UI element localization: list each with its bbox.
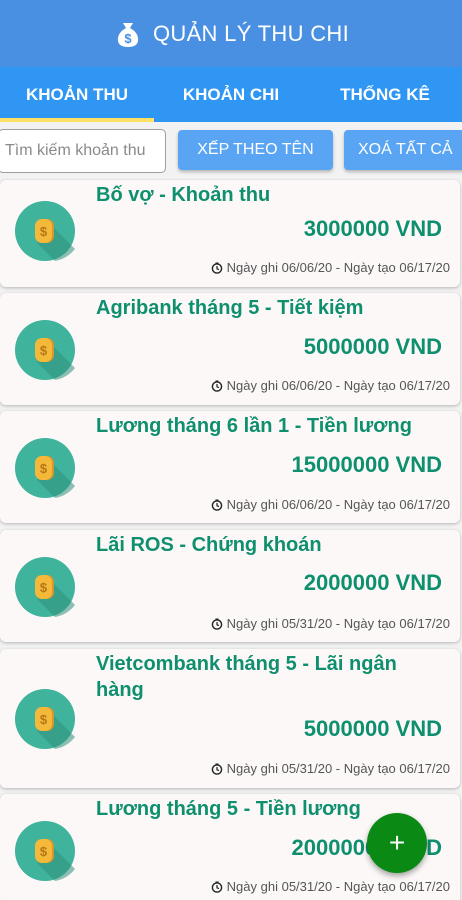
list-item[interactable]: $ Lương tháng 6 lần 1 - Tiền lương 1500000…: [0, 411, 460, 523]
item-dates: Ngày ghi 06/06/20 - Ngày tạo 06/17/20: [211, 260, 450, 275]
item-title: Lãi ROS - Chứng khoán: [96, 534, 322, 556]
plus-icon: +: [388, 827, 406, 858]
clock-icon: [211, 881, 222, 893]
list-item[interactable]: $ Vietcombank tháng 5 - Lãi ngân hàng 5000…: [0, 649, 460, 788]
list-item[interactable]: $ Bố vợ - Khoản thu 3000000 VND Ngày ghi 06…: [0, 180, 460, 287]
item-amount: 15000000 VND: [291, 452, 442, 477]
tab-statistics[interactable]: THỐNG KÊ: [308, 67, 462, 122]
clock-icon: [211, 763, 222, 775]
item-dates-text: Ngày ghi 05/31/20 - Ngày tạo 06/17/20: [226, 879, 450, 894]
list-item[interactable]: $ Agribank tháng 5 - Tiết kiệm 5000000 VND…: [0, 293, 460, 405]
item-dates-text: Ngày ghi 06/06/20 - Ngày tạo 06/17/20: [226, 260, 450, 275]
item-dates-text: Ngày ghi 06/06/20 - Ngày tạo 06/17/20: [226, 497, 450, 512]
item-dates: Ngày ghi 06/06/20 - Ngày tạo 06/17/20: [211, 378, 450, 393]
item-dates: Ngày ghi 05/31/20 - Ngày tạo 06/17/20: [211, 616, 450, 631]
svg-text:$: $: [40, 224, 48, 239]
app-title: QUẢN LÝ THU CHI: [152, 20, 349, 46]
coin-icon: $: [15, 438, 75, 498]
money-bag-icon: $: [117, 22, 139, 47]
toolbar: XẾP THEO TÊN XOÁ TẤT CẢ: [0, 122, 462, 180]
svg-text:$: $: [40, 844, 48, 859]
tab-income[interactable]: KHOẢN THU: [0, 67, 154, 122]
tab-expense[interactable]: KHOẢN CHI: [154, 67, 308, 122]
clock-icon: [211, 618, 222, 630]
add-button[interactable]: +: [367, 813, 427, 873]
coin-icon: $: [15, 201, 75, 261]
delete-all-button[interactable]: XOÁ TẤT CẢ: [344, 130, 462, 170]
sort-by-name-button[interactable]: XẾP THEO TÊN: [178, 130, 333, 170]
coin-icon: $: [15, 557, 75, 617]
item-amount: 2000000 VND: [303, 570, 442, 595]
item-dates: Ngày ghi 05/31/20 - Ngày tạo 06/17/20: [211, 761, 450, 776]
coin-icon: $: [15, 689, 75, 749]
coin-icon: $: [15, 821, 75, 881]
item-title: Vietcombank tháng 5 - Lãi ngân hàng: [96, 653, 397, 701]
item-dates-text: Ngày ghi 06/06/20 - Ngày tạo 06/17/20: [226, 378, 450, 393]
list-item[interactable]: $ Lãi ROS - Chứng khoán 2000000 VND Ngày gh…: [0, 530, 460, 642]
item-dates: Ngày ghi 05/31/20 - Ngày tạo 06/17/20: [211, 879, 450, 894]
item-title: Bố vợ - Khoản thu: [96, 184, 271, 206]
clock-icon: [211, 262, 222, 274]
svg-text:$: $: [40, 580, 48, 595]
item-amount: 5000000 VND: [303, 716, 442, 741]
item-title: Lương tháng 6 lần 1 - Tiền lương: [96, 415, 412, 437]
svg-text:$: $: [40, 712, 48, 727]
search-input[interactable]: [0, 129, 166, 173]
item-dates-text: Ngày ghi 05/31/20 - Ngày tạo 06/17/20: [226, 616, 450, 631]
item-dates-text: Ngày ghi 05/31/20 - Ngày tạo 06/17/20: [226, 761, 450, 776]
coin-icon: $: [15, 320, 75, 380]
item-title: Agribank tháng 5 - Tiết kiệm: [96, 297, 364, 319]
tab-statistics-label: THỐNG KÊ: [340, 84, 430, 104]
item-dates: Ngày ghi 06/06/20 - Ngày tạo 06/17/20: [211, 497, 450, 512]
tab-bar: KHOẢN THU KHOẢN CHI THỐNG KÊ: [0, 67, 462, 122]
tab-expense-label: KHOẢN CHI: [182, 84, 280, 104]
svg-text:$: $: [124, 31, 132, 46]
item-amount: 5000000 VND: [303, 334, 442, 359]
clock-icon: [211, 380, 222, 392]
tab-income-label: KHOẢN THU: [26, 84, 128, 104]
item-amount: 3000000 VND: [303, 216, 442, 241]
clock-icon: [211, 499, 222, 511]
app-bar: $ QUẢN LÝ THU CHI: [0, 0, 462, 67]
svg-text:$: $: [40, 343, 48, 358]
svg-text:$: $: [40, 461, 48, 476]
